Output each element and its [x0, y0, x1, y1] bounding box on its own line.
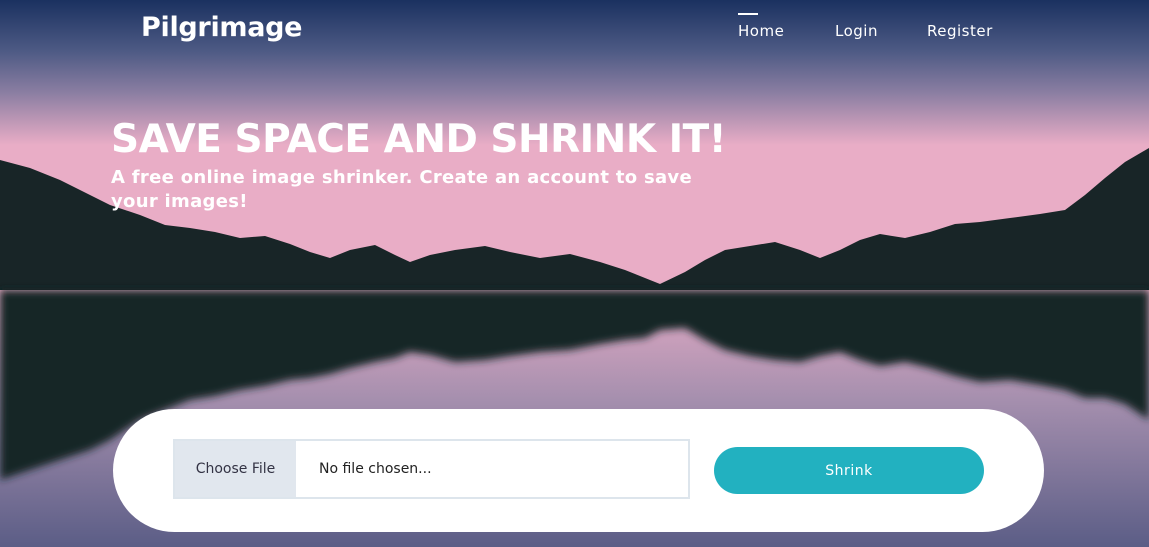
nav-register-link[interactable]: Register [927, 22, 993, 40]
upload-form: Choose File No file chosen... Shrink [113, 409, 1044, 532]
shrink-button[interactable]: Shrink [714, 447, 984, 494]
nav-home-link[interactable]: Home [738, 13, 784, 40]
file-status-text: No file chosen... [319, 461, 432, 477]
brand-logo[interactable]: Pilgrimage [141, 12, 303, 43]
choose-file-button[interactable]: Choose File [175, 441, 296, 497]
hero-title: SAVE SPACE AND SHRINK IT! [111, 117, 727, 162]
hero-subtitle: A free online image shrinker. Create an … [111, 167, 692, 212]
nav-login-link[interactable]: Login [835, 22, 878, 40]
navbar: Pilgrimage Home Login Register [0, 0, 1149, 64]
file-input[interactable]: Choose File No file chosen... [173, 439, 690, 499]
